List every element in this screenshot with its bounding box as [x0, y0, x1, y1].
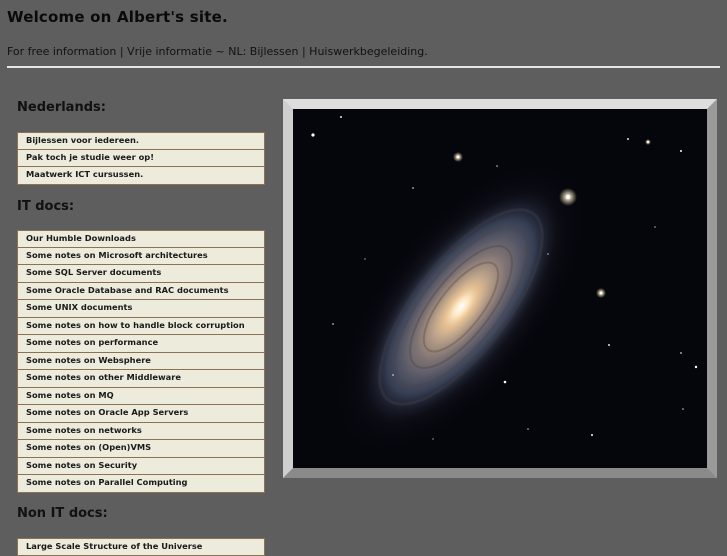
menu-item-performance[interactable]: Some notes on performance: [17, 335, 265, 353]
it-docs-menu: Our Humble Downloads Some notes on Micro…: [17, 230, 265, 493]
non-it-docs-menu: Large Scale Structure of the Universe: [17, 538, 265, 556]
menu-item-security[interactable]: Some notes on Security: [17, 457, 265, 475]
menu-item-downloads[interactable]: Our Humble Downloads: [17, 230, 265, 248]
site-subtitle: For free information | Vrije informatie …: [7, 45, 428, 58]
menu-item-studie[interactable]: Pak toch je studie weer op!: [17, 149, 265, 167]
galaxy-photo: [283, 99, 717, 478]
header-divider: [7, 66, 720, 68]
menu-item-websphere[interactable]: Some notes on Websphere: [17, 352, 265, 370]
menu-item-networks[interactable]: Some notes on networks: [17, 422, 265, 440]
nederlands-menu: Bijlessen voor iedereen. Pak toch je stu…: [17, 132, 265, 185]
menu-item-oracle-rac[interactable]: Some Oracle Database and RAC documents: [17, 282, 265, 300]
menu-item-oracle-app-servers[interactable]: Some notes on Oracle App Servers: [17, 405, 265, 423]
menu-item-parallel-computing[interactable]: Some notes on Parallel Computing: [17, 475, 265, 493]
menu-item-sql-server[interactable]: Some SQL Server documents: [17, 265, 265, 283]
menu-item-middleware[interactable]: Some notes on other Middleware: [17, 370, 265, 388]
menu-item-mq[interactable]: Some notes on MQ: [17, 387, 265, 405]
nederlands-heading: Nederlands:: [17, 100, 106, 115]
menu-item-large-scale-structure[interactable]: Large Scale Structure of the Universe: [17, 538, 265, 556]
menu-item-openvms[interactable]: Some notes on (Open)VMS: [17, 440, 265, 458]
non-it-docs-heading: Non IT docs:: [17, 506, 108, 521]
galaxy-image: [293, 109, 707, 468]
menu-item-ict-cursussen[interactable]: Maatwerk ICT cursussen.: [17, 167, 265, 185]
menu-item-block-corruption[interactable]: Some notes on how to handle block corrup…: [17, 317, 265, 335]
it-docs-heading: IT docs:: [17, 199, 75, 214]
menu-item-bijlessen[interactable]: Bijlessen voor iedereen.: [17, 132, 265, 150]
menu-item-unix[interactable]: Some UNIX documents: [17, 300, 265, 318]
menu-item-microsoft[interactable]: Some notes on Microsoft architectures: [17, 247, 265, 265]
site-title: Welcome on Albert's site.: [7, 8, 228, 26]
